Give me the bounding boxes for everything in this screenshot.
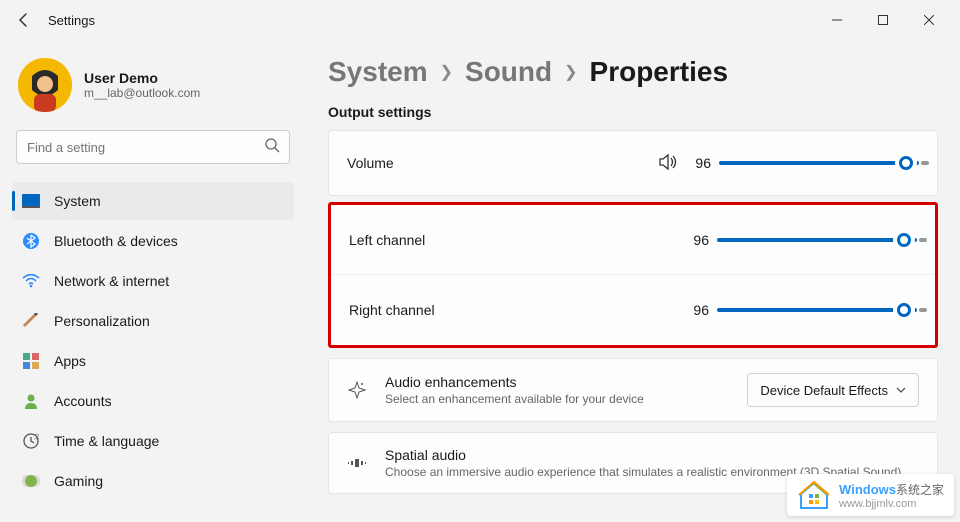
nav-label: Gaming — [54, 473, 103, 489]
watermark: Windows系统之家 www.bjjmlv.com — [787, 474, 954, 516]
nav-label: Personalization — [54, 313, 150, 329]
user-block[interactable]: User Demo m__lab@outlook.com — [12, 48, 294, 130]
nav-item-apps[interactable]: Apps — [12, 342, 294, 380]
brush-icon — [22, 312, 40, 330]
sparkle-icon — [347, 380, 367, 400]
left-channel-slider[interactable] — [717, 238, 917, 242]
speaker-icon[interactable] — [659, 153, 679, 174]
right-channel-label: Right channel — [349, 302, 435, 318]
enhancements-dropdown[interactable]: Device Default Effects — [747, 373, 919, 407]
back-button[interactable] — [8, 4, 40, 36]
gaming-icon — [22, 472, 40, 490]
wm-brand: Windows — [839, 482, 896, 497]
nav-item-system[interactable]: System — [12, 182, 294, 220]
spatial-icon — [347, 453, 367, 473]
nav-label: System — [54, 193, 101, 209]
search-input[interactable] — [16, 130, 290, 164]
nav-label: Time & language — [54, 433, 159, 449]
nav-item-accounts[interactable]: Accounts — [12, 382, 294, 420]
wifi-icon — [22, 272, 40, 290]
breadcrumb: System ❯ Sound ❯ Properties — [328, 56, 938, 88]
right-channel-value: 96 — [687, 302, 709, 318]
minimize-icon — [832, 15, 842, 25]
volume-value: 96 — [689, 155, 711, 171]
window-title: Settings — [48, 13, 95, 28]
left-channel-value: 96 — [687, 232, 709, 248]
content: System ❯ Sound ❯ Properties Output setti… — [306, 40, 960, 522]
nav-item-network[interactable]: Network & internet — [12, 262, 294, 300]
wm-url: www.bjjmlv.com — [839, 498, 944, 510]
wm-sub: 系统之家 — [896, 483, 944, 497]
crumb-system[interactable]: System — [328, 56, 428, 88]
nav-item-time[interactable]: 文 Time & language — [12, 422, 294, 460]
enhancements-title: Audio enhancements — [385, 374, 729, 390]
search-wrap — [16, 130, 290, 164]
person-icon — [22, 392, 40, 410]
nav-label: Accounts — [54, 393, 112, 409]
titlebar: Settings — [0, 0, 960, 40]
apps-icon — [22, 352, 40, 370]
dropdown-value: Device Default Effects — [760, 383, 888, 398]
user-email: m__lab@outlook.com — [84, 86, 200, 100]
right-channel-slider[interactable] — [717, 308, 917, 312]
volume-row: Volume 96 — [329, 131, 937, 195]
volume-label: Volume — [347, 155, 394, 171]
left-channel-label: Left channel — [349, 232, 425, 248]
chevron-down-icon — [896, 387, 906, 393]
maximize-button[interactable] — [860, 4, 906, 36]
volume-card: Volume 96 — [328, 130, 938, 196]
nav-label: Bluetooth & devices — [54, 233, 178, 249]
spatial-title: Spatial audio — [385, 447, 919, 463]
nav-item-personalization[interactable]: Personalization — [12, 302, 294, 340]
minimize-button[interactable] — [814, 4, 860, 36]
crumb-sound[interactable]: Sound — [465, 56, 552, 88]
chevron-right-icon: ❯ — [564, 62, 577, 82]
clock-icon: 文 — [22, 432, 40, 450]
channels-card: Left channel 96 Right channel 96 — [328, 202, 938, 348]
close-icon — [924, 15, 934, 25]
svg-text:文: 文 — [34, 433, 39, 441]
sidebar: User Demo m__lab@outlook.com System Blue… — [0, 40, 306, 522]
enhancements-card: Audio enhancements Select an enhancement… — [328, 358, 938, 422]
nav-item-gaming[interactable]: Gaming — [12, 462, 294, 500]
nav: System Bluetooth & devices Network & int… — [12, 182, 294, 500]
nav-item-bluetooth[interactable]: Bluetooth & devices — [12, 222, 294, 260]
right-channel-row: Right channel 96 — [331, 275, 935, 345]
house-icon — [797, 480, 831, 510]
user-name: User Demo — [84, 70, 200, 86]
window-controls — [814, 4, 952, 36]
volume-slider[interactable] — [719, 161, 919, 165]
search-icon — [265, 138, 280, 156]
system-icon — [22, 192, 40, 210]
left-channel-row: Left channel 96 — [331, 205, 935, 275]
enhancements-desc: Select an enhancement available for your… — [385, 392, 729, 406]
arrow-left-icon — [16, 12, 32, 28]
nav-label: Apps — [54, 353, 86, 369]
chevron-right-icon: ❯ — [440, 62, 453, 82]
section-title: Output settings — [328, 104, 938, 120]
maximize-icon — [878, 15, 888, 25]
bluetooth-icon — [22, 232, 40, 250]
crumb-properties: Properties — [590, 56, 729, 88]
avatar — [18, 58, 72, 112]
nav-label: Network & internet — [54, 273, 169, 289]
close-button[interactable] — [906, 4, 952, 36]
